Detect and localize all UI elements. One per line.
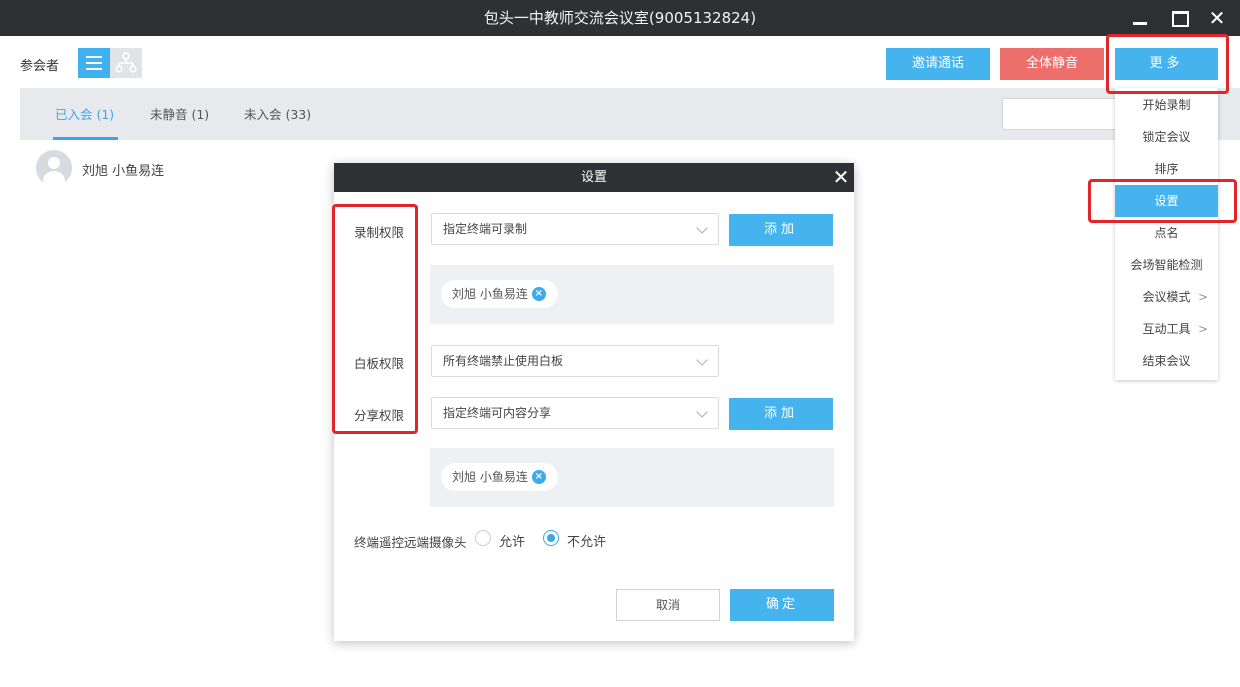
menu-item-label: 排序: [1154, 162, 1179, 176]
remove-tag-icon[interactable]: ×: [531, 287, 546, 301]
chevron-right-icon: >: [1197, 322, 1208, 336]
share-add-button[interactable]: 添加: [729, 398, 833, 430]
camera-control-label: 终端遥控远端摄像头: [354, 535, 467, 550]
menu-item-label: 结束会议: [1142, 354, 1191, 368]
remove-tag-icon[interactable]: ×: [531, 470, 546, 484]
allow-radio[interactable]: [475, 530, 491, 546]
share-permission-select[interactable]: 指定终端可内容分享: [431, 397, 719, 429]
menu-item-end-meeting[interactable]: 结束会议: [1115, 345, 1218, 377]
maximize-icon[interactable]: [1167, 6, 1191, 30]
menu-item-sort[interactable]: 排序: [1115, 153, 1218, 185]
ok-button[interactable]: 确定: [730, 589, 834, 621]
select-value: 指定终端可录制: [443, 222, 528, 236]
menu-item-label: 会场智能检测: [1130, 258, 1203, 272]
avatar: [36, 150, 72, 186]
menu-item-lock-meeting[interactable]: 锁定会议: [1115, 121, 1218, 153]
tab-joined[interactable]: 已入会 (1): [52, 88, 119, 140]
record-tag-area: 刘旭 小鱼易连 ×: [430, 265, 834, 324]
more-button[interactable]: 更多: [1115, 48, 1218, 80]
mute-all-button[interactable]: 全体静音: [1000, 48, 1104, 80]
menu-item-label: 锁定会议: [1142, 130, 1191, 144]
menu-item-start-recording[interactable]: 开始录制: [1115, 89, 1218, 121]
menu-item-label: 互动工具: [1142, 322, 1191, 336]
window-title: 包头一中教师交流会议室(9005132824): [483, 9, 757, 27]
chevron-down-icon: [696, 222, 708, 234]
menu-item-meeting-mode[interactable]: 会议模式 >: [1115, 281, 1218, 313]
more-menu: 开始录制 锁定会议 排序 设置 点名 会场智能检测 会议模式 > 互动工具 > 结束…: [1115, 88, 1218, 380]
menu-item-label: 开始录制: [1142, 98, 1191, 112]
title-bar: 包头一中教师交流会议室(9005132824) ✕: [0, 0, 1240, 36]
menu-item-label: 点名: [1154, 226, 1179, 240]
menu-item-label: 会议模式: [1142, 290, 1191, 304]
record-permission-label: 录制权限: [354, 225, 405, 240]
participants-label: 参会者: [20, 59, 60, 74]
menu-item-settings[interactable]: 设置: [1115, 185, 1218, 217]
chevron-down-icon: [696, 406, 708, 418]
search-input[interactable]: [1002, 98, 1120, 130]
tab-unmuted[interactable]: 未静音 (1): [150, 88, 209, 140]
participant-name: 刘旭 小鱼易连: [82, 164, 165, 179]
settings-dialog: 设置 ✕ 录制权限 指定终端可录制 添加 刘旭 小鱼易连 × 白板权限 所有终端…: [334, 163, 854, 641]
list-view-button[interactable]: [78, 48, 110, 78]
close-icon[interactable]: ✕: [830, 166, 852, 188]
disallow-radio[interactable]: [543, 530, 559, 546]
tree-view-button[interactable]: [110, 48, 142, 78]
close-icon[interactable]: ✕: [1205, 6, 1229, 30]
select-value: 指定终端可内容分享: [443, 406, 552, 420]
allow-radio-label: 允许: [499, 535, 526, 550]
whiteboard-permission-select[interactable]: 所有终端禁止使用白板: [431, 345, 719, 377]
disallow-radio-label: 不允许: [567, 535, 607, 550]
select-value: 所有终端禁止使用白板: [443, 354, 564, 368]
menu-item-label: 设置: [1154, 194, 1179, 208]
share-permission-label: 分享权限: [354, 408, 405, 423]
invite-call-button[interactable]: 邀请通话: [886, 48, 990, 80]
record-add-button[interactable]: 添加: [729, 214, 833, 246]
menu-item-smart-check[interactable]: 会场智能检测: [1115, 249, 1218, 281]
menu-item-roll-call[interactable]: 点名: [1115, 217, 1218, 249]
cancel-button[interactable]: 取消: [616, 589, 720, 621]
minimize-icon[interactable]: [1128, 6, 1152, 30]
share-tag: 刘旭 小鱼易连 ×: [441, 463, 558, 491]
tag-label: 刘旭 小鱼易连: [452, 470, 528, 484]
dialog-header: 设置 ✕: [334, 163, 854, 192]
org-tree-icon: [115, 52, 137, 73]
chevron-down-icon: [696, 354, 708, 366]
tag-label: 刘旭 小鱼易连: [452, 287, 528, 301]
whiteboard-permission-label: 白板权限: [354, 356, 405, 371]
tab-not-joined[interactable]: 未入会 (33): [244, 88, 311, 140]
record-tag: 刘旭 小鱼易连 ×: [441, 280, 558, 308]
menu-item-interactive-tools[interactable]: 互动工具 >: [1115, 313, 1218, 345]
share-tag-area: 刘旭 小鱼易连 ×: [430, 448, 834, 507]
chevron-right-icon: >: [1197, 290, 1208, 304]
list-icon: [86, 56, 102, 70]
dialog-title: 设置: [580, 170, 607, 185]
record-permission-select[interactable]: 指定终端可录制: [431, 213, 719, 245]
